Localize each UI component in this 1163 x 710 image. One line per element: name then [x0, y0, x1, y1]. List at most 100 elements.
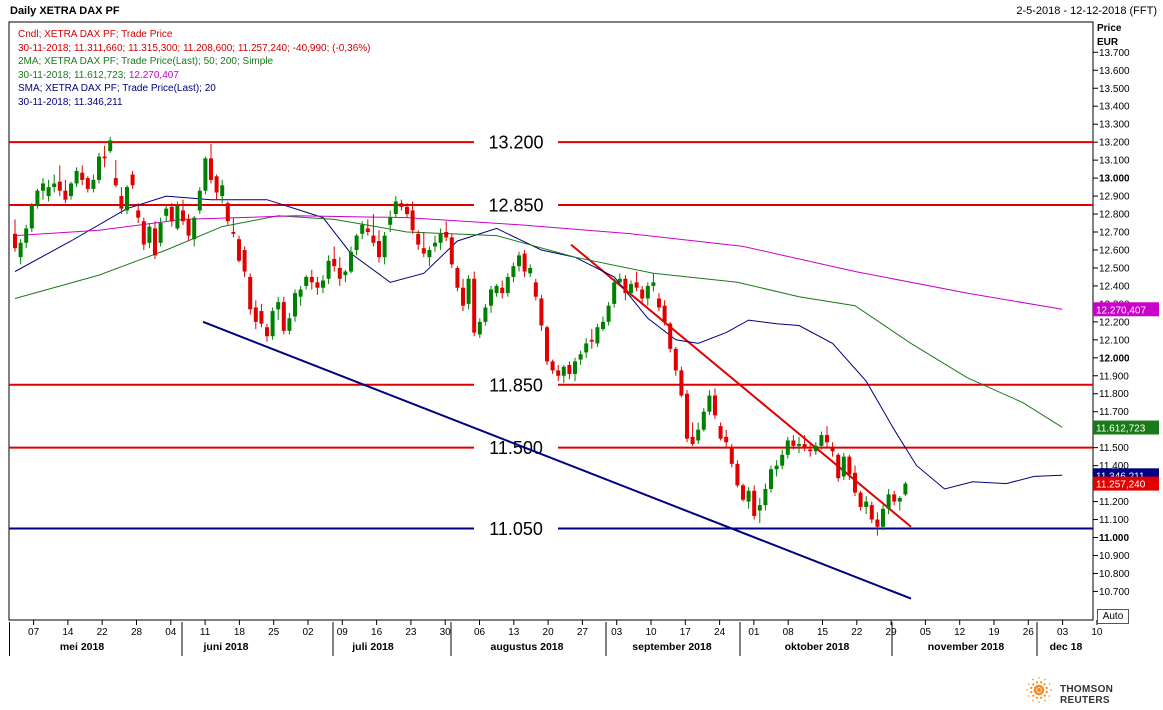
candle-body [825, 435, 829, 443]
candle-body [46, 187, 51, 197]
candle-body [399, 203, 404, 207]
candle-body [869, 505, 874, 520]
candle [326, 255, 331, 285]
candle-body [57, 181, 62, 191]
candle [892, 490, 897, 506]
candle [181, 199, 185, 225]
candle [343, 269, 348, 283]
candle [108, 136, 113, 153]
candle [517, 251, 521, 272]
candle [18, 239, 23, 265]
logo-dot [1045, 691, 1048, 694]
candle-body [203, 158, 208, 191]
legend-candle-values: 30-11-2018; 11.311,660; 11.315,300; 11.2… [18, 42, 371, 54]
level-label: 12.850 [488, 196, 543, 216]
candle [444, 221, 449, 241]
candle-body [718, 426, 723, 439]
candle [125, 185, 129, 215]
candle-body [500, 287, 505, 294]
candle-body [321, 280, 325, 288]
candle [399, 199, 404, 211]
candle [29, 203, 34, 233]
candle [225, 201, 230, 225]
candle-body [253, 307, 258, 322]
candle [640, 285, 645, 304]
auto-scale-button[interactable]: Auto [1097, 609, 1129, 624]
candle [237, 235, 241, 263]
time-axis: 07 14 22 28 04 11 18 25 02 09 16 23 30 06 13 20 27 03 10 17… [9, 620, 1103, 656]
candle-body [791, 440, 796, 446]
price-tick-label: 13.200 [1099, 138, 1130, 149]
candle-body [186, 219, 191, 236]
candle-body [679, 370, 684, 396]
candle-body [729, 447, 734, 464]
candle [836, 453, 841, 482]
candle [477, 318, 482, 339]
candle [13, 219, 17, 252]
price-tick-label: 12.900 [1099, 192, 1130, 203]
candle [209, 143, 213, 184]
candle [461, 278, 465, 312]
candle [304, 275, 309, 290]
candle-body [153, 228, 157, 256]
candle [718, 422, 723, 441]
candle-body [209, 158, 213, 180]
candle-body [545, 327, 549, 362]
price-axis-title: Price [1097, 23, 1122, 34]
candle [483, 303, 488, 326]
candle-body [427, 249, 432, 258]
candle [466, 275, 471, 310]
day-tick-label: 02 [302, 627, 314, 638]
day-tick-label: 05 [920, 627, 932, 638]
legend-ma-label: 2MA; XETRA DAX PF; Trade Price(Last); 50… [18, 56, 274, 68]
logo-dot [1040, 681, 1043, 684]
candle [253, 300, 258, 330]
price-tick-label: 12.100 [1099, 335, 1130, 346]
candle-body [892, 494, 897, 502]
candle-body [158, 223, 163, 243]
candle [578, 350, 583, 365]
logo-dot [1043, 683, 1046, 686]
candle-body [606, 305, 611, 322]
level-label: 11.500 [489, 438, 543, 458]
legend-line-1: Cndl; XETRA DAX PF; Trade Price [18, 28, 371, 42]
candle [489, 285, 493, 313]
candle-body [119, 196, 124, 209]
candle [903, 481, 908, 497]
candle [410, 201, 415, 234]
candle [696, 422, 701, 445]
candle [573, 357, 577, 382]
candle-body [91, 179, 96, 189]
candle [248, 273, 253, 315]
candle [309, 269, 314, 290]
candle-body [377, 240, 381, 258]
candle-body [477, 321, 482, 335]
candle [153, 221, 157, 259]
candle [528, 264, 533, 277]
candle [270, 307, 275, 340]
candle-body [634, 282, 639, 288]
candle-body [903, 483, 908, 495]
day-tick-label: 15 [817, 627, 829, 638]
candle-body [595, 327, 600, 344]
candle-body [125, 187, 129, 211]
candle [522, 249, 527, 277]
legend: Cndl; XETRA DAX PF; Trade Price 30-11-20… [18, 28, 371, 110]
moving-average-line [14, 215, 1063, 310]
candle-body [713, 395, 717, 416]
candle [550, 359, 555, 374]
price-tick-label: 12.200 [1099, 317, 1130, 328]
day-tick-label: 26 [1023, 627, 1035, 638]
day-tick-label: 16 [371, 627, 383, 638]
candle-body [18, 242, 23, 258]
candle [724, 429, 729, 448]
logo-dot [1040, 696, 1043, 699]
candle-body [685, 393, 689, 439]
candle-body [225, 203, 230, 222]
candle-body [847, 456, 852, 475]
candle-body [589, 339, 594, 342]
candle [41, 178, 45, 200]
logo-dot [1032, 694, 1035, 697]
candle-body [612, 282, 617, 304]
candlesticks [13, 136, 908, 536]
